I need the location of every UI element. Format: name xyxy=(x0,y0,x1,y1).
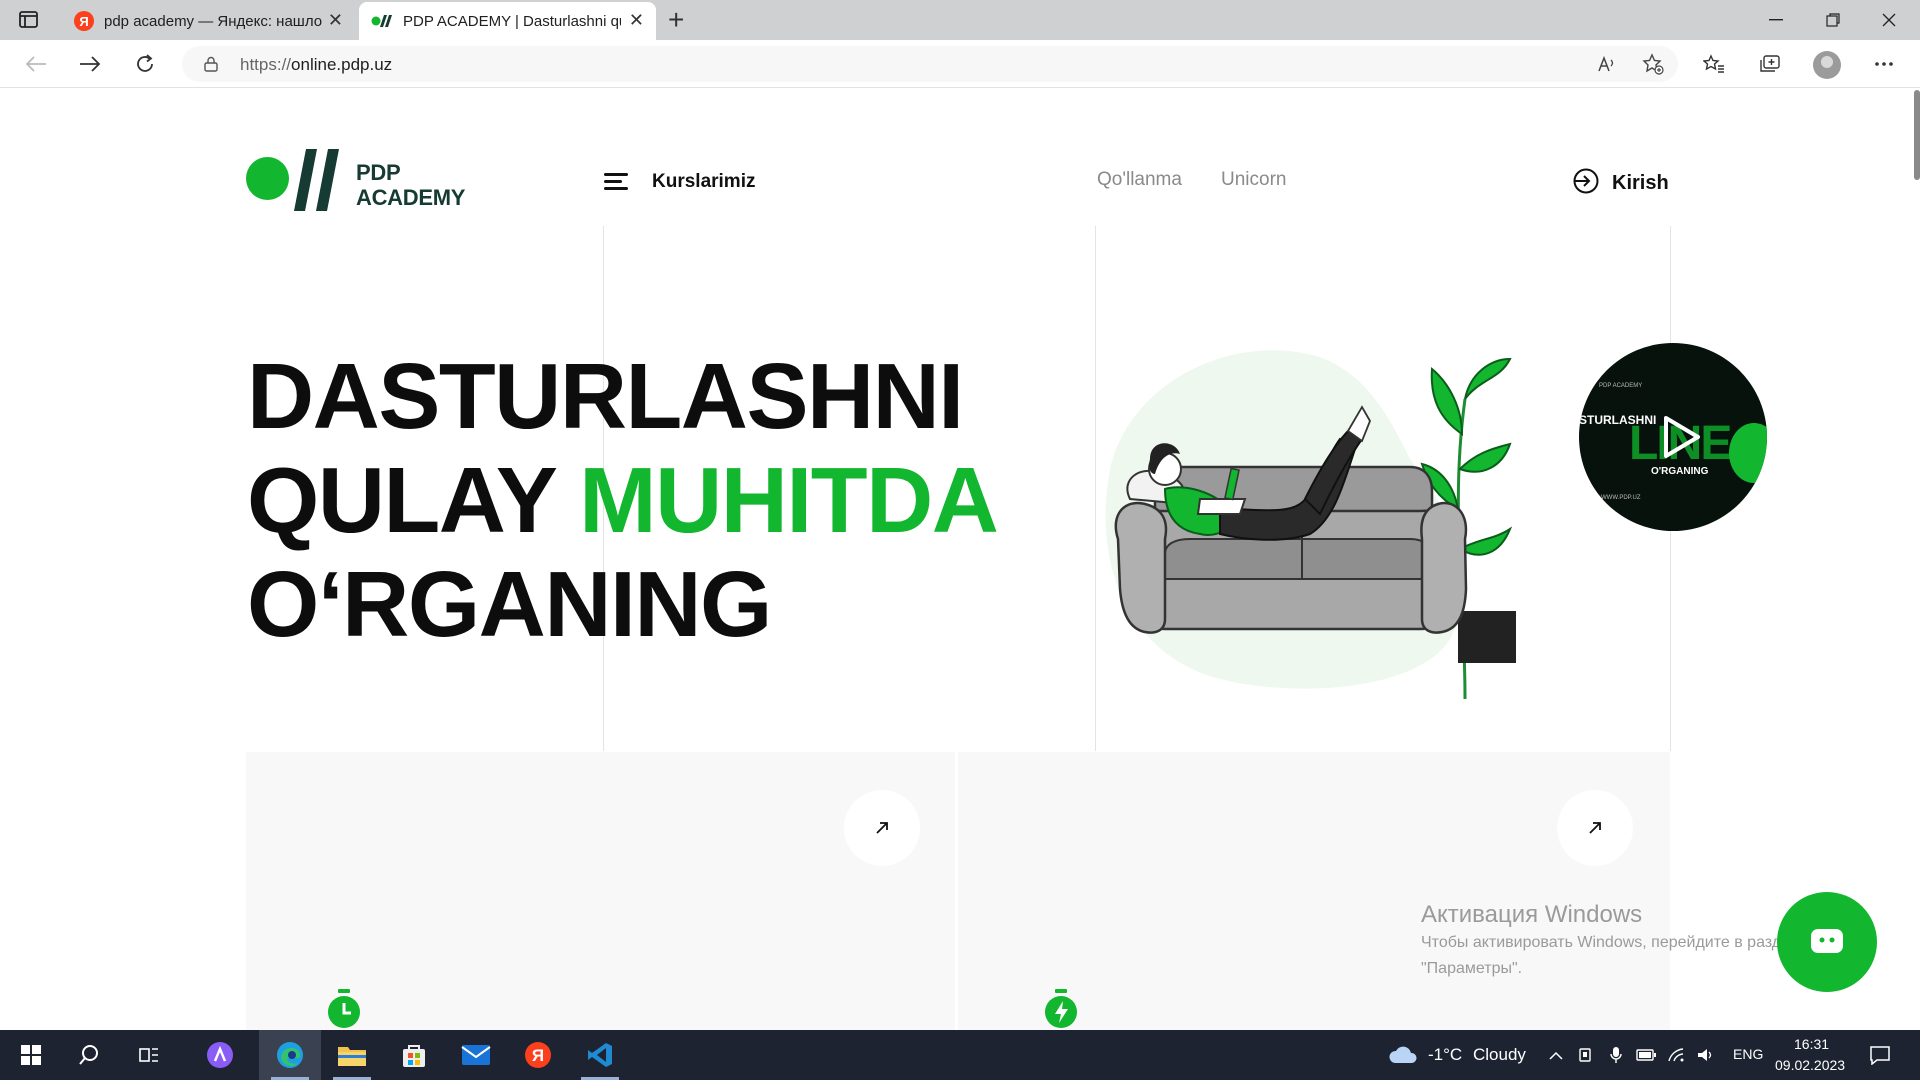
video-label-bottom: WWW.PDP.UZ xyxy=(1601,495,1641,501)
wifi-icon[interactable] xyxy=(1666,1045,1686,1065)
new-tab-button[interactable]: + xyxy=(668,4,684,36)
mail-icon[interactable] xyxy=(445,1030,507,1080)
file-explorer-icon[interactable] xyxy=(321,1030,383,1080)
read-aloud-icon[interactable] xyxy=(1596,53,1618,75)
tab-yandex-search[interactable]: Я pdp academy — Яндекс: нашлось ✕ xyxy=(60,2,355,40)
courses-menu-label: Kurslarimiz xyxy=(652,171,756,192)
logo-slashes xyxy=(292,146,342,214)
alice-assistant-icon[interactable] xyxy=(189,1030,251,1080)
clock-date[interactable]: 09.02.2023 xyxy=(1775,1057,1845,1073)
svg-text:Я: Я xyxy=(532,1046,544,1065)
hero-line-3: O‘RGANING xyxy=(247,552,772,656)
minimize-icon[interactable] xyxy=(1753,6,1799,34)
clock-time[interactable]: 16:31 xyxy=(1794,1036,1829,1052)
language-indicator[interactable]: ENG xyxy=(1733,1046,1763,1062)
video-label-top: PDP ACADEMY xyxy=(1599,383,1643,389)
close-window-icon[interactable] xyxy=(1866,6,1912,34)
chat-widget-button[interactable] xyxy=(1777,892,1877,992)
notifications-icon[interactable] xyxy=(1868,1045,1892,1065)
meet-now-icon[interactable] xyxy=(1576,1045,1596,1065)
arrow-up-right-icon[interactable] xyxy=(1557,790,1633,866)
browser-tab-bar: Я pdp academy — Яндекс: нашлось ✕ PDP AC… xyxy=(0,0,1920,40)
weather-temperature[interactable]: -1°C xyxy=(1428,1045,1462,1065)
hero-line-1: DASTURLASHNI xyxy=(247,344,964,448)
windows-activation-watermark: Активация Windows Чтобы активировать Win… xyxy=(1421,901,1799,981)
nav-link-unicorn[interactable]: Unicorn xyxy=(1221,169,1286,191)
tab-actions-icon[interactable] xyxy=(18,9,40,31)
tab-label: pdp academy — Яндекс: нашлось xyxy=(104,12,322,30)
more-options-icon[interactable] xyxy=(1870,50,1898,78)
back-icon[interactable] xyxy=(22,50,50,78)
forward-icon[interactable] xyxy=(76,50,104,78)
restore-icon[interactable] xyxy=(1810,6,1856,34)
watermark-line-2: "Параметры". xyxy=(1421,960,1523,977)
page-scrollbar[interactable] xyxy=(1914,90,1920,180)
start-icon[interactable] xyxy=(0,1030,62,1080)
login-button[interactable]: Kirish xyxy=(1572,167,1669,200)
profile-avatar[interactable] xyxy=(1813,51,1841,79)
feature-card-2[interactable] xyxy=(958,752,1670,1030)
collections-icon[interactable] xyxy=(1756,50,1784,78)
browser-toolbar: https://online.pdp.uz xyxy=(0,40,1920,88)
logo-dot xyxy=(246,157,289,200)
add-favorite-icon[interactable] xyxy=(1642,53,1664,75)
yandex-browser-icon[interactable]: Я xyxy=(507,1030,569,1080)
hero-heading: DASTURLASHNI QULAY MUHITDA O‘RGANING xyxy=(247,344,999,656)
stopwatch-icon xyxy=(325,989,363,1029)
refresh-icon[interactable] xyxy=(131,50,159,78)
chat-icon xyxy=(1811,929,1843,953)
web-page: PDP ACADEMY Kurslarimiz Qo'llanma Unicor… xyxy=(0,89,1914,1030)
edge-taskbar-icon[interactable] xyxy=(259,1030,321,1080)
address-bar[interactable]: https://online.pdp.uz xyxy=(182,46,1678,82)
battery-icon[interactable] xyxy=(1636,1045,1656,1065)
search-icon[interactable] xyxy=(58,1030,120,1080)
close-tab-icon[interactable]: ✕ xyxy=(629,11,644,29)
logo-text: PDP ACADEMY xyxy=(356,160,466,210)
video-preview-button[interactable]: PDP ACADEMY STURLASHNI LINE O'RGANING WW… xyxy=(1579,343,1767,531)
weather-cloud-icon[interactable] xyxy=(1388,1045,1418,1065)
microphone-icon[interactable] xyxy=(1606,1045,1626,1065)
vscode-icon[interactable] xyxy=(569,1030,631,1080)
url-text[interactable]: https://online.pdp.uz xyxy=(240,55,392,75)
tab-label: PDP ACADEMY | Dasturlashni qulay xyxy=(403,12,621,30)
weather-description[interactable]: Cloudy xyxy=(1473,1045,1526,1065)
play-icon xyxy=(1663,415,1701,459)
lightning-timer-icon xyxy=(1042,989,1080,1029)
favorites-icon[interactable] xyxy=(1700,50,1728,78)
hero-line-2: QULAY MUHITDA xyxy=(247,448,999,552)
login-label: Kirish xyxy=(1612,172,1669,194)
watermark-line-1: Чтобы активировать Windows, перейдите в … xyxy=(1421,934,1799,951)
nav-link-guide[interactable]: Qo'llanma xyxy=(1097,169,1182,191)
pdp-icon xyxy=(371,14,393,28)
feature-card-1[interactable] xyxy=(246,752,955,1030)
video-label-sub: O'RGANING xyxy=(1651,466,1709,477)
close-tab-icon[interactable]: ✕ xyxy=(328,11,343,29)
login-icon xyxy=(1572,167,1600,200)
task-view-icon[interactable] xyxy=(118,1030,180,1080)
lock-icon[interactable] xyxy=(204,56,218,72)
pdp-academy-logo[interactable]: PDP ACADEMY xyxy=(246,146,476,214)
video-decor-circle xyxy=(1729,423,1767,483)
tab-pdp-academy[interactable]: PDP ACADEMY | Dasturlashni qulay ✕ xyxy=(359,2,656,40)
courses-menu-button[interactable]: Kurslarimiz xyxy=(604,171,755,193)
volume-icon[interactable] xyxy=(1696,1045,1716,1065)
chevron-up-icon[interactable] xyxy=(1546,1045,1566,1065)
hero-illustration xyxy=(1070,339,1550,700)
arrow-up-right-icon[interactable] xyxy=(844,790,920,866)
watermark-title: Активация Windows xyxy=(1421,901,1643,928)
hamburger-icon xyxy=(604,173,628,191)
windows-taskbar: Я -1°C Cloudy ENG 16:31 09.02.2023 xyxy=(0,1030,1920,1080)
store-icon[interactable] xyxy=(383,1030,445,1080)
yandex-icon: Я xyxy=(74,11,94,31)
